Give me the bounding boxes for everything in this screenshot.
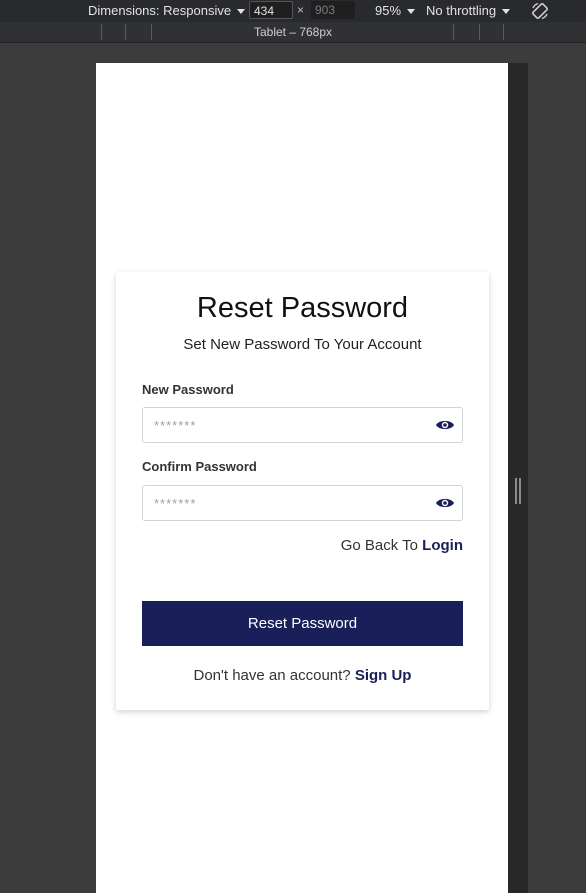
new-password-field — [142, 407, 463, 443]
eye-icon[interactable] — [435, 418, 455, 432]
eye-icon[interactable] — [435, 496, 455, 510]
zoom-dropdown[interactable]: 95% — [375, 3, 416, 18]
dimensions-dropdown[interactable]: Dimensions: Responsive — [88, 3, 246, 18]
new-password-label: New Password — [142, 382, 234, 397]
chevron-down-icon — [237, 9, 246, 15]
signup-row: Don't have an account? Sign Up — [116, 667, 489, 684]
signup-link[interactable]: Sign Up — [355, 667, 412, 684]
rotate-icon[interactable] — [530, 1, 550, 21]
chevron-down-icon — [407, 9, 416, 15]
login-link[interactable]: Login — [422, 537, 463, 554]
reset-password-button[interactable]: Reset Password — [142, 601, 463, 646]
page-subtitle: Set New Password To Your Account — [183, 336, 422, 353]
confirm-password-input[interactable] — [143, 486, 434, 520]
devtools-toolbar: Dimensions: Responsive 434 × 903 95% No … — [0, 0, 586, 22]
throttling-label: No throttling — [426, 3, 497, 18]
height-input[interactable]: 903 — [311, 1, 355, 19]
media-query-bar: Tablet – 768px — [0, 22, 586, 43]
chevron-down-icon — [502, 9, 511, 15]
dimensions-label: Dimensions: Responsive — [88, 3, 232, 18]
confirm-password-field — [142, 485, 463, 521]
times-symbol: × — [297, 3, 305, 17]
go-back-text: Go Back To — [340, 537, 423, 554]
new-password-input[interactable] — [143, 408, 434, 442]
confirm-password-label: Confirm Password — [142, 459, 257, 474]
signup-prompt: Don't have an account? — [193, 667, 355, 684]
go-back-row: Go Back To Login — [341, 537, 463, 554]
media-query-label[interactable]: Tablet – 768px — [0, 25, 586, 39]
throttling-dropdown[interactable]: No throttling — [426, 3, 511, 18]
reset-password-card: Reset Password Set New Password To Your … — [116, 272, 489, 710]
width-input[interactable]: 434 — [249, 1, 293, 19]
zoom-label: 95% — [375, 3, 402, 18]
resize-handle[interactable] — [515, 478, 521, 504]
page-title: Reset Password — [196, 292, 409, 324]
